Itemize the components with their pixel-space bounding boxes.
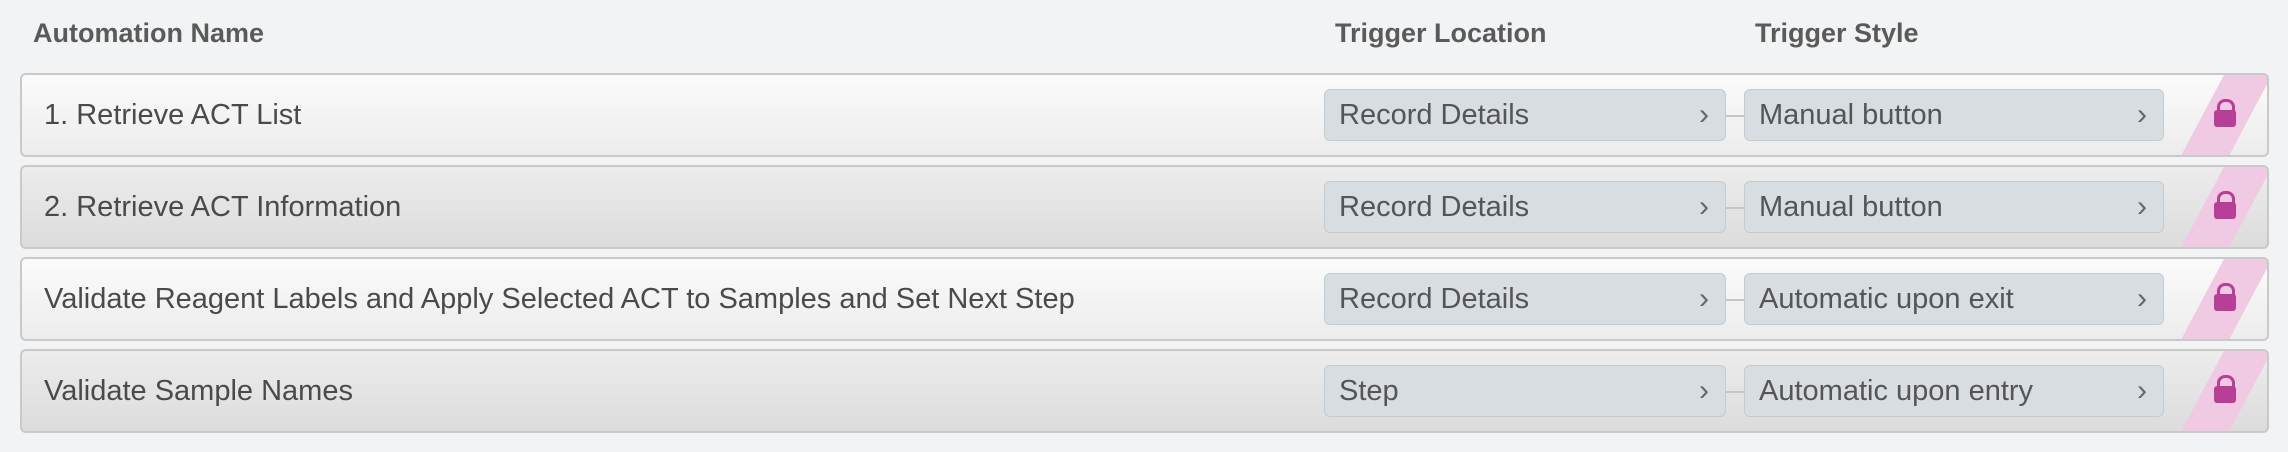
trigger-style-select[interactable]: Automatic upon exit › <box>1744 273 2164 325</box>
automation-name: 2. Retrieve ACT Information <box>44 191 402 223</box>
trigger-style-value: Manual button <box>1759 191 1943 223</box>
lock-toggle[interactable] <box>2170 259 2267 339</box>
chevron-right-icon: › <box>2137 282 2147 315</box>
chevron-right-icon: › <box>1699 374 1709 407</box>
automation-name: 1. Retrieve ACT List <box>44 99 302 131</box>
automation-row[interactable]: Validate Reagent Labels and Apply Select… <box>20 257 2269 341</box>
trigger-location-select[interactable]: Record Details › <box>1324 89 1726 141</box>
chevron-right-icon: › <box>2137 190 2147 223</box>
chevron-right-icon: › <box>1699 190 1709 223</box>
automation-name: Validate Reagent Labels and Apply Select… <box>44 283 1075 315</box>
lock-icon <box>2214 191 2236 221</box>
trigger-location-value: Record Details <box>1339 283 1530 315</box>
automation-row[interactable]: 1. Retrieve ACT List Record Details › Ma… <box>20 73 2269 157</box>
trigger-location-select[interactable]: Step › <box>1324 365 1726 417</box>
connector-line <box>1726 391 1744 393</box>
trigger-style-select[interactable]: Manual button › <box>1744 181 2164 233</box>
automation-row[interactable]: 2. Retrieve ACT Information Record Detai… <box>20 165 2269 249</box>
trigger-location-value: Record Details <box>1339 191 1530 223</box>
automation-row[interactable]: Validate Sample Names Step › Automatic u… <box>20 349 2269 433</box>
connector-line <box>1726 115 1744 117</box>
lock-toggle[interactable] <box>2170 351 2267 431</box>
chevron-right-icon: › <box>1699 282 1709 315</box>
trigger-style-value: Automatic upon entry <box>1759 375 2034 407</box>
column-header-trigger-style: Trigger Style <box>1755 18 1919 48</box>
chevron-right-icon: › <box>1699 98 1709 131</box>
trigger-style-select[interactable]: Automatic upon entry › <box>1744 365 2164 417</box>
trigger-location-select[interactable]: Record Details › <box>1324 181 1726 233</box>
table-header: Automation Name Trigger Location Trigger… <box>0 0 2288 68</box>
automation-name: Validate Sample Names <box>44 375 353 407</box>
column-header-trigger-location: Trigger Location <box>1335 18 1547 48</box>
chevron-right-icon: › <box>2137 374 2147 407</box>
trigger-location-value: Step <box>1339 375 1399 407</box>
connector-line <box>1726 299 1744 301</box>
trigger-style-value: Automatic upon exit <box>1759 283 2014 315</box>
trigger-location-value: Record Details <box>1339 99 1530 131</box>
chevron-right-icon: › <box>2137 98 2147 131</box>
lock-toggle[interactable] <box>2170 167 2267 247</box>
trigger-style-select[interactable]: Manual button › <box>1744 89 2164 141</box>
lock-icon <box>2214 375 2236 405</box>
lock-toggle[interactable] <box>2170 75 2267 155</box>
lock-icon <box>2214 99 2236 129</box>
connector-line <box>1726 207 1744 209</box>
trigger-style-value: Manual button <box>1759 99 1943 131</box>
lock-icon <box>2214 283 2236 313</box>
column-header-automation-name: Automation Name <box>33 18 265 48</box>
trigger-location-select[interactable]: Record Details › <box>1324 273 1726 325</box>
